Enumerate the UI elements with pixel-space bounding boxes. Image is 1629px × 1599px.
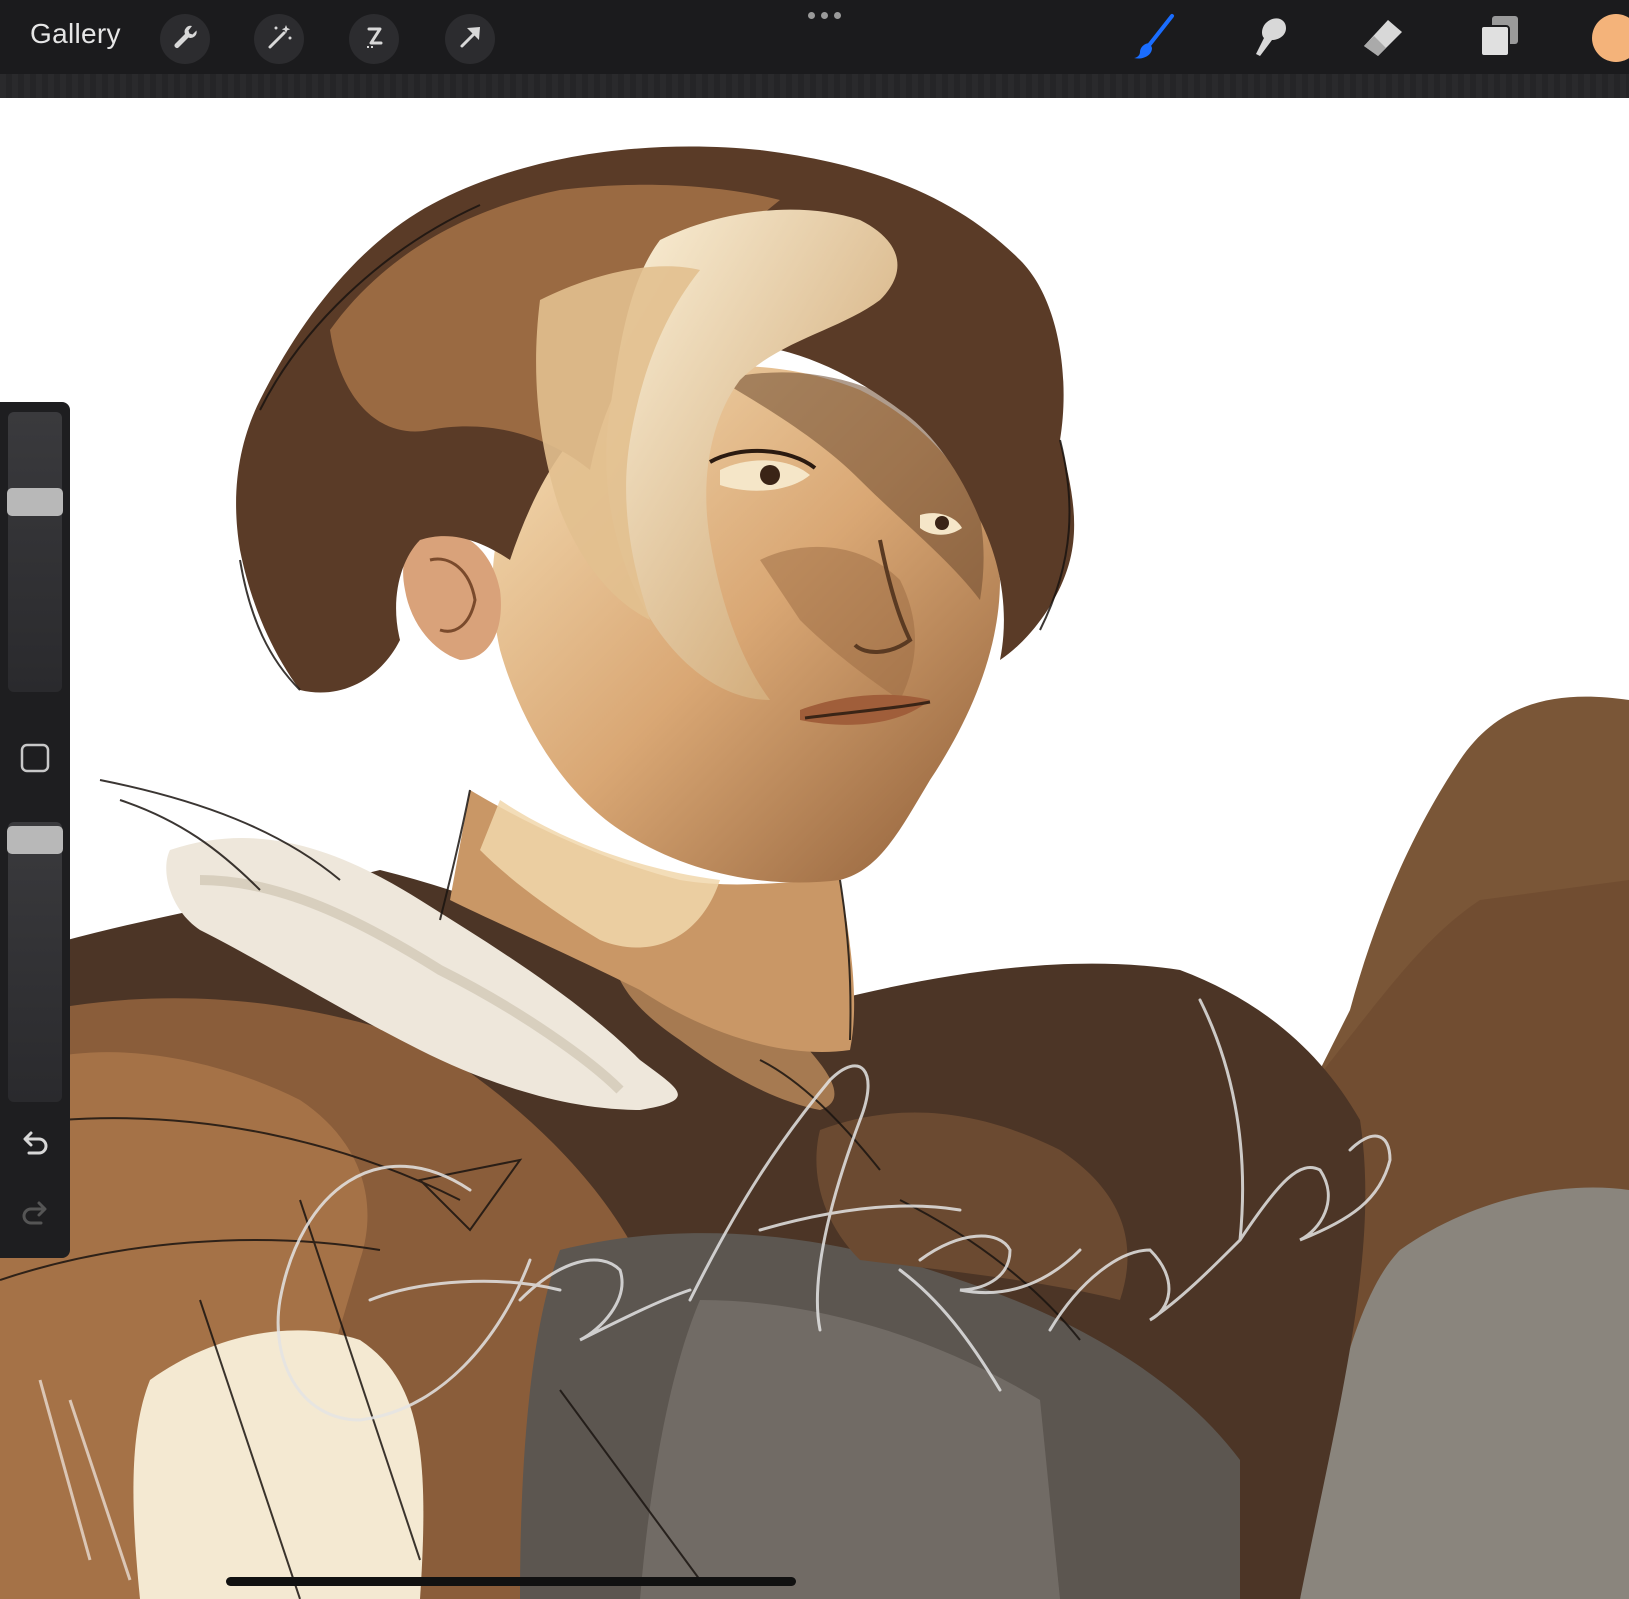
redo-button[interactable]	[18, 1198, 52, 1232]
brush-opacity-slider[interactable]	[8, 822, 62, 1102]
drawing-canvas[interactable]	[0, 98, 1629, 1599]
color-picker-button[interactable]	[1592, 14, 1629, 62]
brush-icon	[1128, 10, 1182, 69]
selection-icon	[359, 22, 389, 57]
brush-opacity-thumb[interactable]	[7, 826, 63, 854]
more-dots-icon	[808, 12, 815, 19]
more-dot	[834, 12, 841, 19]
eraser-tool-button[interactable]	[1356, 12, 1410, 66]
transform-button[interactable]	[445, 14, 495, 64]
undo-icon	[19, 1127, 51, 1164]
brush-sidebar	[0, 402, 70, 1258]
actions-button[interactable]	[160, 14, 210, 64]
gallery-button[interactable]: Gallery	[30, 18, 121, 50]
eraser-icon	[1356, 10, 1410, 69]
square-modifier-icon	[19, 743, 51, 778]
more-menu-button[interactable]	[808, 12, 841, 19]
toolbar-divider	[0, 74, 1629, 98]
adjustments-button[interactable]	[254, 14, 304, 64]
layers-button[interactable]	[1472, 12, 1526, 66]
modify-button[interactable]	[19, 742, 51, 774]
handwritten-signature	[276, 998, 1392, 1422]
smudge-tool-button[interactable]	[1242, 12, 1296, 66]
home-indicator[interactable]	[226, 1577, 796, 1586]
redo-icon	[19, 1197, 51, 1234]
procreate-app: Gallery	[0, 0, 1629, 1599]
layers-icon	[1472, 10, 1526, 69]
smudge-icon	[1242, 10, 1296, 69]
selection-button[interactable]	[349, 14, 399, 64]
transform-arrow-icon	[455, 22, 485, 57]
wrench-icon	[170, 22, 200, 57]
brush-size-slider[interactable]	[8, 412, 62, 692]
more-dot	[821, 12, 828, 19]
undo-button[interactable]	[18, 1128, 52, 1162]
brush-tool-button[interactable]	[1128, 12, 1182, 66]
top-toolbar: Gallery	[0, 0, 1629, 74]
magic-wand-icon	[264, 22, 294, 57]
brush-size-thumb[interactable]	[7, 487, 63, 516]
